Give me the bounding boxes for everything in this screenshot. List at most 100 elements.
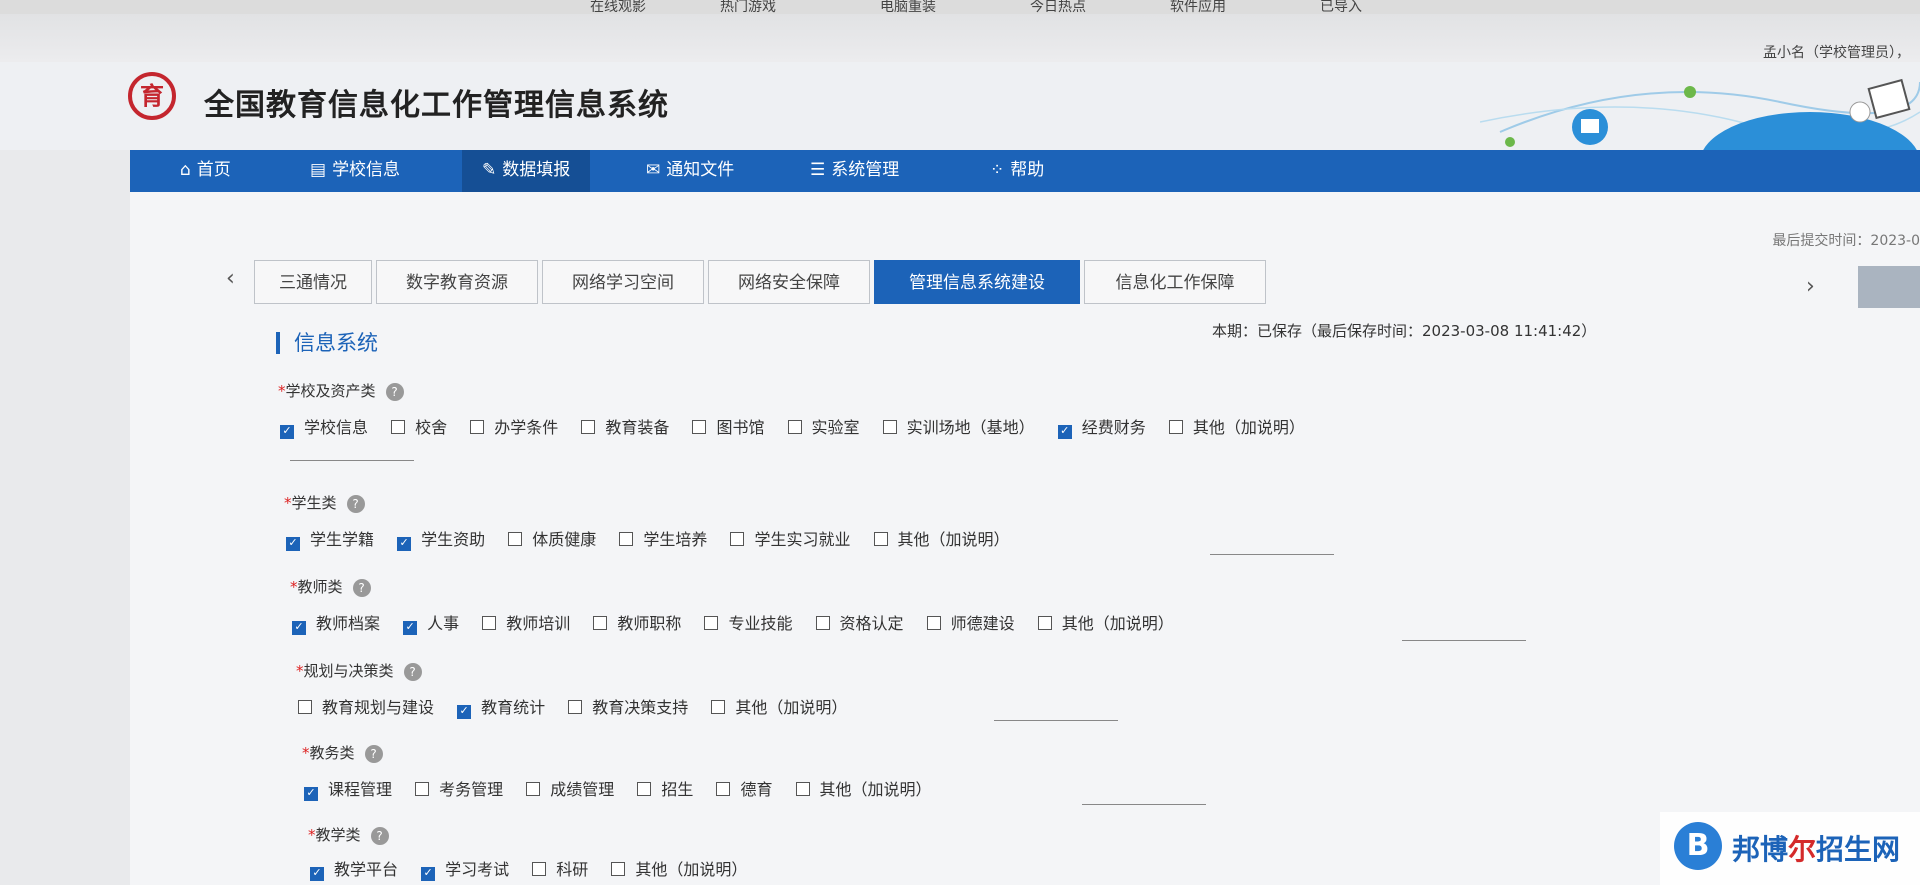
- other-explain-input[interactable]: [1402, 640, 1526, 641]
- checkbox[interactable]: [787, 420, 802, 434]
- checkbox[interactable]: [815, 616, 830, 630]
- checkbox[interactable]: [926, 616, 941, 630]
- other-explain-input[interactable]: [290, 460, 414, 461]
- checkbox[interactable]: [482, 616, 497, 630]
- checkbox-option[interactable]: 招生: [637, 776, 693, 800]
- checkbox-checked[interactable]: ✓: [457, 705, 472, 719]
- checkbox[interactable]: [532, 862, 547, 876]
- checkbox[interactable]: [711, 700, 726, 714]
- checkbox[interactable]: [730, 532, 745, 546]
- help-icon[interactable]: ?: [370, 826, 389, 845]
- checkbox-option[interactable]: 其他（加说明）: [795, 776, 932, 800]
- checkbox-option[interactable]: 其他（加说明）: [1168, 414, 1305, 438]
- submit-button[interactable]: [1858, 266, 1920, 308]
- help-icon[interactable]: ?: [364, 744, 383, 763]
- bookmark-item[interactable]: 电脑重装: [880, 0, 936, 14]
- help-icon[interactable]: ?: [403, 662, 422, 681]
- checkbox-option[interactable]: 教育装备: [581, 414, 669, 438]
- tab-network-security[interactable]: 网络安全保障: [708, 260, 870, 304]
- bookmark-item[interactable]: 热门游戏: [720, 0, 776, 14]
- checkbox-option[interactable]: 实训场地（基地）: [882, 414, 1035, 438]
- checkbox-checked[interactable]: ✓: [292, 621, 306, 635]
- checkbox-option[interactable]: 校舍: [391, 414, 447, 438]
- checkbox-option[interactable]: 其他（加说明）: [611, 856, 747, 880]
- checkbox-option[interactable]: 考务管理: [415, 776, 503, 800]
- checkbox-checked[interactable]: ✓: [397, 537, 412, 551]
- checkbox-option[interactable]: ✓ 人事: [403, 610, 459, 635]
- checkbox[interactable]: [526, 782, 541, 796]
- checkbox-option[interactable]: ✓ 学生资助: [397, 526, 485, 551]
- other-explain-input[interactable]: [1210, 554, 1334, 555]
- checkbox-option[interactable]: 教师培训: [482, 610, 570, 634]
- tab-mis-construction[interactable]: 管理信息系统建设: [874, 260, 1080, 304]
- checkbox[interactable]: [593, 616, 608, 630]
- checkbox[interactable]: [1168, 420, 1183, 434]
- tab-digital-resources[interactable]: 数字教育资源: [376, 260, 538, 304]
- checkbox[interactable]: [1037, 616, 1052, 630]
- checkbox-option[interactable]: 教育规划与建设: [298, 694, 434, 718]
- checkbox-option[interactable]: 实验室: [787, 414, 860, 438]
- checkbox-option[interactable]: 图书馆: [692, 414, 764, 438]
- tab-three-links[interactable]: 三通情况: [254, 260, 372, 304]
- checkbox-option[interactable]: 教育决策支持: [568, 694, 688, 718]
- checkbox[interactable]: [391, 420, 406, 434]
- other-explain-input[interactable]: [994, 720, 1118, 721]
- checkbox-option[interactable]: 其他（加说明）: [1037, 610, 1174, 634]
- tab-prev-icon[interactable]: ‹: [226, 266, 235, 291]
- checkbox-option[interactable]: 专业技能: [704, 610, 792, 634]
- bookmark-item[interactable]: 在线观影: [590, 0, 646, 14]
- checkbox-option[interactable]: ✓ 学生学籍: [286, 526, 374, 551]
- checkbox-option[interactable]: 其他（加说明）: [711, 694, 847, 718]
- bookmark-item[interactable]: 今日热点: [1030, 0, 1086, 14]
- checkbox-option[interactable]: ✓ 学校信息: [280, 414, 368, 439]
- checkbox[interactable]: [882, 420, 897, 434]
- tab-learning-space[interactable]: 网络学习空间: [542, 260, 704, 304]
- checkbox-option[interactable]: 学生实习就业: [730, 526, 850, 550]
- checkbox-option[interactable]: 德育: [716, 776, 772, 800]
- help-icon[interactable]: ?: [346, 494, 365, 513]
- current-user[interactable]: 孟小名（学校管理员），: [1763, 42, 1910, 62]
- checkbox-checked[interactable]: ✓: [1057, 425, 1072, 439]
- checkbox-option[interactable]: ✓ 经费财务: [1057, 414, 1146, 439]
- checkbox-option[interactable]: 其他（加说明）: [873, 526, 1010, 550]
- checkbox-option[interactable]: ✓ 教学平台: [310, 856, 398, 881]
- bookmark-item[interactable]: 已导入: [1320, 0, 1362, 14]
- checkbox[interactable]: [611, 862, 626, 876]
- checkbox[interactable]: [619, 532, 634, 546]
- tab-next-icon[interactable]: ›: [1806, 274, 1815, 299]
- checkbox-option[interactable]: 办学条件: [470, 414, 558, 438]
- checkbox-option[interactable]: 成绩管理: [526, 776, 614, 800]
- checkbox-checked[interactable]: ✓: [304, 787, 318, 801]
- checkbox-option[interactable]: ✓ 教育统计: [457, 694, 545, 719]
- nav-item-notices[interactable]: ✉ 通知文件: [626, 150, 754, 192]
- nav-item-system-admin[interactable]: ☰ 系统管理: [790, 150, 919, 192]
- checkbox-checked[interactable]: ✓: [310, 867, 324, 881]
- nav-item-home[interactable]: ⌂ 首页: [160, 150, 251, 192]
- checkbox-checked[interactable]: ✓: [280, 425, 294, 439]
- checkbox[interactable]: [716, 782, 731, 796]
- checkbox-checked[interactable]: ✓: [286, 537, 300, 551]
- checkbox[interactable]: [470, 420, 485, 434]
- bookmark-item[interactable]: 软件应用: [1170, 0, 1226, 14]
- checkbox[interactable]: [581, 420, 596, 434]
- checkbox-option[interactable]: 学生培养: [619, 526, 707, 550]
- checkbox-option[interactable]: 资格认定: [815, 610, 904, 634]
- checkbox[interactable]: [568, 700, 583, 714]
- checkbox-option[interactable]: 教师职称: [593, 610, 681, 634]
- help-icon[interactable]: ?: [385, 382, 404, 401]
- checkbox[interactable]: [637, 782, 652, 796]
- nav-item-school-info[interactable]: ▤ 学校信息: [290, 150, 420, 192]
- checkbox[interactable]: [415, 782, 430, 796]
- tab-it-support[interactable]: 信息化工作保障: [1084, 260, 1266, 304]
- nav-item-help[interactable]: ⁘ 帮助: [970, 150, 1064, 192]
- checkbox-option[interactable]: ✓ 课程管理: [304, 776, 392, 801]
- checkbox[interactable]: [692, 420, 707, 434]
- nav-item-data-entry[interactable]: ✎ 数据填报: [462, 150, 591, 192]
- checkbox[interactable]: [298, 700, 312, 714]
- checkbox[interactable]: [873, 532, 888, 546]
- checkbox[interactable]: [704, 616, 719, 630]
- checkbox-option[interactable]: ✓ 教师档案: [292, 610, 380, 635]
- help-icon[interactable]: ?: [352, 578, 371, 597]
- checkbox[interactable]: [795, 782, 810, 796]
- checkbox-option[interactable]: 科研: [532, 856, 588, 880]
